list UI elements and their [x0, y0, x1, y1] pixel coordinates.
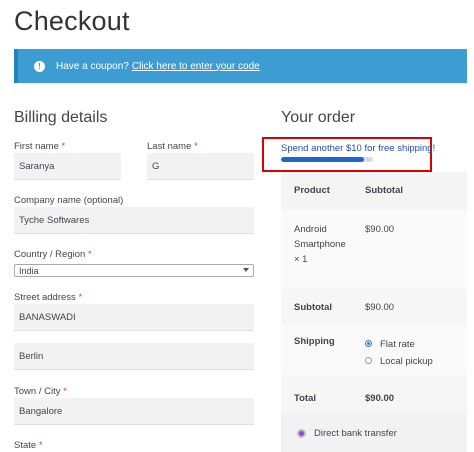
free-shipping-progress — [281, 157, 373, 162]
product-header: Product — [294, 185, 330, 196]
radio-selected-icon[interactable] — [297, 428, 306, 438]
street-line1-field[interactable]: BANASWADI — [14, 304, 254, 331]
shipping-option-flat-rate[interactable]: Flat rate — [365, 336, 467, 353]
free-shipping-message: Spend another $10 for free shipping! — [281, 143, 436, 154]
coupon-link[interactable]: Click here to enter your code — [132, 61, 260, 72]
order-table: Product Subtotal Android Smartphone × 1 … — [281, 172, 467, 422]
country-value: India — [19, 265, 39, 276]
town-label: Town / City * — [14, 386, 67, 397]
shipping-row: Shipping Flat rate Local pickup — [281, 325, 467, 375]
payment-method-label: Direct bank transfer — [314, 427, 397, 439]
order-title: Your order — [281, 109, 356, 126]
state-label: State * — [14, 440, 43, 451]
street-line2-field[interactable]: Berlin — [14, 343, 254, 370]
subtotal-row: Subtotal $90.00 — [281, 289, 467, 325]
last-name-label: Last name * — [147, 141, 198, 152]
first-name-field[interactable]: Saranya — [14, 153, 121, 180]
last-name-field[interactable]: G — [147, 153, 254, 180]
progress-fill — [281, 157, 364, 162]
info-icon: ! — [34, 60, 45, 72]
company-label: Company name (optional) — [14, 195, 124, 206]
radio-icon[interactable] — [365, 356, 372, 364]
country-label: Country / Region * — [14, 249, 92, 260]
radio-selected-icon[interactable] — [365, 339, 372, 347]
product-name: Android Smartphone × 1 — [294, 224, 346, 265]
country-select[interactable]: India — [14, 264, 254, 277]
street-label: Street address * — [14, 292, 83, 303]
subtotal-header: Subtotal — [365, 185, 403, 196]
coupon-notice: ! Have a coupon? Click here to enter you… — [14, 49, 467, 83]
first-name-label: First name * — [14, 141, 66, 152]
town-field[interactable]: Bangalore — [14, 398, 254, 425]
company-field[interactable]: Tyche Softwares — [14, 207, 254, 234]
chevron-down-icon — [243, 268, 249, 272]
page-title: Checkout — [14, 6, 130, 36]
billing-title: Billing details — [14, 109, 108, 126]
product-price: $90.00 — [365, 224, 395, 235]
payment-method-option[interactable]: Direct bank transfer — [281, 414, 467, 452]
shipping-option-local-pickup[interactable]: Local pickup — [365, 353, 467, 370]
order-table-header: Product Subtotal — [281, 172, 467, 209]
table-row: Android Smartphone × 1 $90.00 — [281, 209, 467, 289]
coupon-notice-text: Have a coupon? — [56, 60, 129, 72]
